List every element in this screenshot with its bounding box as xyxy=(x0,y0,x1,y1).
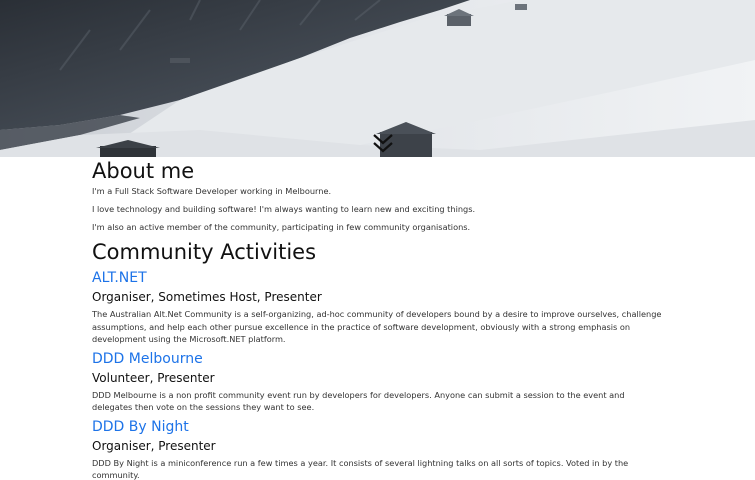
activity-role: Organiser, Sometimes Host, Presenter xyxy=(92,290,322,304)
activity-link-ddd-melbourne[interactable]: DDD Melbourne xyxy=(92,350,662,368)
about-paragraph-1: I'm a Full Stack Software Developer work… xyxy=(92,186,332,196)
main-content: About me I'm a Full Stack Software Devel… xyxy=(92,157,662,480)
community-heading: Community Activities xyxy=(92,240,317,264)
activity-role: Volunteer, Presenter xyxy=(92,370,215,385)
hero-banner xyxy=(0,0,755,157)
about-section: About me I'm a Full Stack Software Devel… xyxy=(92,158,662,233)
about-paragraph-3: I'm also an active member of the communi… xyxy=(92,222,471,232)
activity-altnet: ALT.NET Organiser, Sometimes Host, Prese… xyxy=(92,269,662,346)
activity-role: Organiser, Presenter xyxy=(92,438,216,453)
activity-description: DDD Melbourne is a non profit community … xyxy=(92,389,625,413)
about-heading: About me xyxy=(92,159,195,183)
scroll-down-icon[interactable] xyxy=(371,133,395,155)
community-section: Community Activities ALT.NET Organiser, … xyxy=(92,239,662,480)
activity-ddd-melbourne: DDD Melbourne Volunteer, Presenter DDD M… xyxy=(92,350,662,414)
activity-description: The Australian Alt.Net Community is a se… xyxy=(92,309,662,344)
activity-description: DDD By Night is a miniconference run a f… xyxy=(92,457,629,480)
activity-link-altnet[interactable]: ALT.NET xyxy=(92,269,662,287)
activity-ddd-by-night: DDD By Night Organiser, Presenter DDD By… xyxy=(92,418,662,480)
activity-link-ddd-by-night[interactable]: DDD By Night xyxy=(92,418,662,436)
about-paragraph-2: I love technology and building software!… xyxy=(92,204,476,214)
